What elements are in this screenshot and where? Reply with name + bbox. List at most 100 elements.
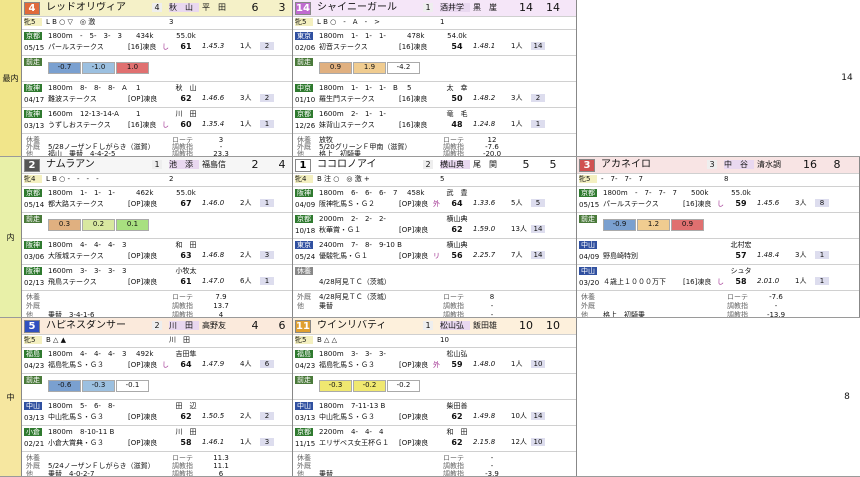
past-race[interactable]: 阪神 03/13 1600m 12-13-14-A 1 うずしおステークス [16]凍良し川… [22,108,292,134]
race-time: 1.46.6 [202,94,225,102]
race-name[interactable]: 難波ステークス [48,95,128,103]
race-name[interactable]: パールステークス [48,43,128,51]
past-race[interactable]: 京都 12/26 1600m 2- 1- 1- 妹背山ステークス [16]凍良 竜 毛 48 1… [293,108,576,134]
race-distance: 2400m [319,241,344,249]
race-name[interactable]: 阪神牝馬Ｓ・Ｇ２ [319,200,399,208]
jockey-name[interactable]: 松山弘 [440,321,470,331]
race-date: 10/18 [295,227,316,235]
past-race[interactable]: 小倉 02/21 1800m 8-10-11 B 小倉大賞典・Ｇ３ [OP]凍良 川 田 58… [22,426,292,452]
jockey-name[interactable]: 酒井学 [440,3,470,13]
past-race[interactable]: 中山 03/13 1800m 7-11-13 B 中山牝馬Ｓ・Ｇ３ [OP]凍良 柴田善 62… [293,400,576,426]
race-name[interactable]: 福島牝馬Ｓ・Ｇ３ [48,361,128,369]
past-race[interactable]: 前走 -0.6 -0.3 -0.1 [22,374,292,400]
footer-value: 4/28阿見ＴＣ（茨城） [319,293,391,301]
race-name[interactable]: 飛鳥ステークス [48,278,128,286]
past-race[interactable]: 前走 -0.9 1.2 0.9 [577,213,859,239]
race-distance: 1800m [48,189,73,197]
past-race[interactable]: 福島 04/23 1800m 3- 3- 3- 福島牝馬Ｓ・Ｇ３ [OP]凍良外松山弘 59… [293,348,576,374]
race-popularity: 1人 [511,42,523,50]
past-race[interactable]: 京都 05/14 1800m 1- 1- 1- 462k 都大路ステークス [OP]凍良 55… [22,187,292,213]
footer-label-right: 調教指 [443,462,464,470]
race-value: 6 [278,320,286,332]
race-name[interactable]: 中山牝馬Ｓ・Ｇ３ [48,413,128,421]
race-index: 57 [735,251,747,260]
race-name[interactable]: 初音ステークス [319,43,399,51]
past-race[interactable]: 東京 02/06 1800m 1- 1- 1- 478k 初音ステークス [16]凍良 54.… [293,30,576,56]
race-name[interactable]: 秋華賞・Ｇ１ [319,226,399,234]
race-name[interactable]: 大阪城ステークス [48,252,128,260]
horse-block[interactable]: 14 シャイニーガール 1 酒井学黒 崖 14 14 牝5 L B ○ - A - >1 東京 0… [293,0,577,156]
jockey-name[interactable]: 池 添 [169,160,199,170]
horse-name[interactable]: レッドオリヴィア [46,2,156,14]
past-race[interactable]: 阪神 04/17 1800m 8- 8- 8- A 1 難波ステークス [OP]凍良 秋 山 6… [22,82,292,108]
past-race[interactable]: 阪神 02/13 1600m 3- 3- 3- 3 飛鳥ステークス [OP]凍良 小牧太 61… [22,265,292,291]
past-race[interactable]: 京都 05/15 1800m - 7- 7- 7 500k パールステークス [16]凍良し… [577,187,859,213]
past-race[interactable]: 京都 11/15 2200m 4- 4- 4 エリザベス女王杯Ｇ１ [OP]凍良 和 田 62… [293,426,576,452]
past-race[interactable]: 前走 -0.7 -1.0 1.0 [22,56,292,82]
horse-name[interactable]: ナムラアン [46,159,156,171]
race-name[interactable]: エリザベス女王杯Ｇ１ [319,439,399,447]
horse-block[interactable]: 11 ウインリバティ 1 松山弘 飯田雄 10 10 牝5 B △ △ 10 福島 04/23 1800… [293,318,577,476]
race-name[interactable]: パールステークス [603,200,683,208]
past-race[interactable]: 東京 05/24 2400m 7- 8- 9-10 B 優駿牝馬・Ｇ１ [OP]凍良リ横山… [293,239,576,265]
odds: 4 [251,320,259,332]
horse-footer: 休養 外厩 5/28ノーザンＦしがらき（滋賀）他福山 乗替 4-4-2-5 ローテ 3 調… [22,134,292,156]
race-name[interactable]: うずしおステークス [48,121,128,129]
race-name[interactable]: 中山牝馬Ｓ・Ｇ３ [319,413,399,421]
rank-value: 2 [169,175,174,183]
horse-name[interactable]: ハピネスダンサー [46,320,156,332]
race-name[interactable]: ４歳上１０００万下 [603,278,683,286]
race-course: 中山 [579,241,597,250]
race-course: 福島 [295,350,313,359]
past-race[interactable]: 中山 03/13 1800m 5- 6- 8- 中山牝馬Ｓ・Ｇ３ [OP]凍良 田 辺 62 1… [22,400,292,426]
horse-name[interactable]: ココロノアイ [317,159,427,171]
race-class: [16]凍良 [399,43,428,51]
race-name[interactable]: 小倉大賞典・Ｇ３ [48,439,128,447]
race-name[interactable]: 福島牝馬Ｓ・Ｇ３ [319,361,399,369]
footer-value-right: 4 [218,311,224,317]
past-race[interactable]: 休養 4/28阿見ＴＣ（茨城） [293,265,576,291]
popularity: 2 [152,321,162,331]
past-race[interactable]: 前走 0.3 0.2 0.1 [22,213,292,239]
race-name[interactable]: 妹背山ステークス [319,121,399,129]
race-positions: 12-13-14-A [80,110,119,118]
race-finish: 1 [531,120,545,129]
past-race[interactable]: 福島 04/23 1800m 4- 4- 4- 3 492k 福島牝馬Ｓ・Ｇ３ [OP]凍良… [22,348,292,374]
horse-header: 3 アカネイロ 3 中 谷清水調 16 8 [577,157,859,174]
past-race[interactable]: 京都 05/15 1800m - 5- 3- 3 434k パールステークス [16]凍良し… [22,30,292,56]
footer-label: 他 [297,302,304,310]
jockey-name[interactable]: 秋 山 [169,3,199,13]
race-name[interactable]: 野島崎特別 [603,252,683,260]
past-race[interactable]: 京都 10/18 2000m 2- 2- 2- 秋華賞・Ｇ１ [OP]凍良 横山典 62 1.5… [293,213,576,239]
horse-name[interactable]: アカネイロ [601,159,711,171]
horse-name[interactable]: シャイニーガール [317,2,427,14]
past-race[interactable]: 中山 03/20 ４歳上１０００万下 [16]凍良しシュタ 58 2.01.0 1人 1 [577,265,859,291]
jockey-name[interactable]: 川 田 [169,321,199,331]
race-popularity: 1人 [240,120,252,128]
past-race[interactable]: 阪神 04/09 1800m 6- 6- 6- 7 458k 阪神牝馬Ｓ・Ｇ２ [OP]凍良… [293,187,576,213]
past-race[interactable]: 前走 -0.3 -0.2 -0.2 [293,374,576,400]
horse-block[interactable]: 4 レッドオリヴィア 4 秋 山平 田 6 3 牝5 L B ○ ▽ ◎ 激 3 京都 05/15 1… [22,0,293,156]
past-race[interactable]: 前走 0.9 1.9 -4.2 [293,56,576,82]
race-name[interactable]: 都大路ステークス [48,200,128,208]
race-name[interactable]: 優駿牝馬・Ｇ１ [319,252,399,260]
race-name[interactable]: 羅生門ステークス [319,95,399,103]
horse-block[interactable]: 3 アカネイロ 3 中 谷清水調 16 8 牝5- 7- 7- 7 8 京都 05/15 1800m… [577,157,860,317]
horse-block[interactable]: 5 ハピネスダンサー 2 川 田高野友 4 6 牝5 B △ ▲ 川 田福島 04/23 1800m… [22,318,293,476]
race-jockey: シュタ [730,267,752,275]
race-time: 1.48.4 [757,251,780,259]
row-0: 最内 14 4 レッドオリヴィア 4 秋 山平 田 6 3 牝5 L B ○ ▽ ◎ 激 3 京都 05… [0,0,860,157]
race-name[interactable]: 4/28阿見ＴＣ（茨城） [319,278,399,286]
race-weight: 434k [136,32,154,40]
past-race[interactable]: 阪神 03/06 1800m 4- 4- 4- 3 大阪城ステークス [OP]凍良 和 田 6… [22,239,292,265]
horse-block[interactable]: 1 ココロノアイ 2 横山典尾 関 5 5 牝4 B 注 ○ ◎ 激 +5 阪神 04/09 180… [293,157,577,317]
past-race[interactable]: 中京 01/10 1800m 1- 1- 1- B 5 羅生門ステークス [16]凍良 太 幸… [293,82,576,108]
past-race[interactable]: 中山 04/09 野島崎特別 北村宏 57 1.48.4 3人 1 [577,239,859,265]
odds: 2 [251,159,259,171]
horse-name[interactable]: ウインリバティ [317,320,427,332]
jockey-name[interactable]: 中 谷 [724,160,754,170]
footer-value-right: - [490,311,494,317]
jockey-name[interactable]: 横山典 [440,160,470,170]
race-class: [OP]凍良 [128,252,158,260]
horse-block[interactable]: 2 ナムラアン 1 池 添福島信 2 4 牝4 L B ○ - - - -2 京都 05/14 18… [22,157,293,317]
